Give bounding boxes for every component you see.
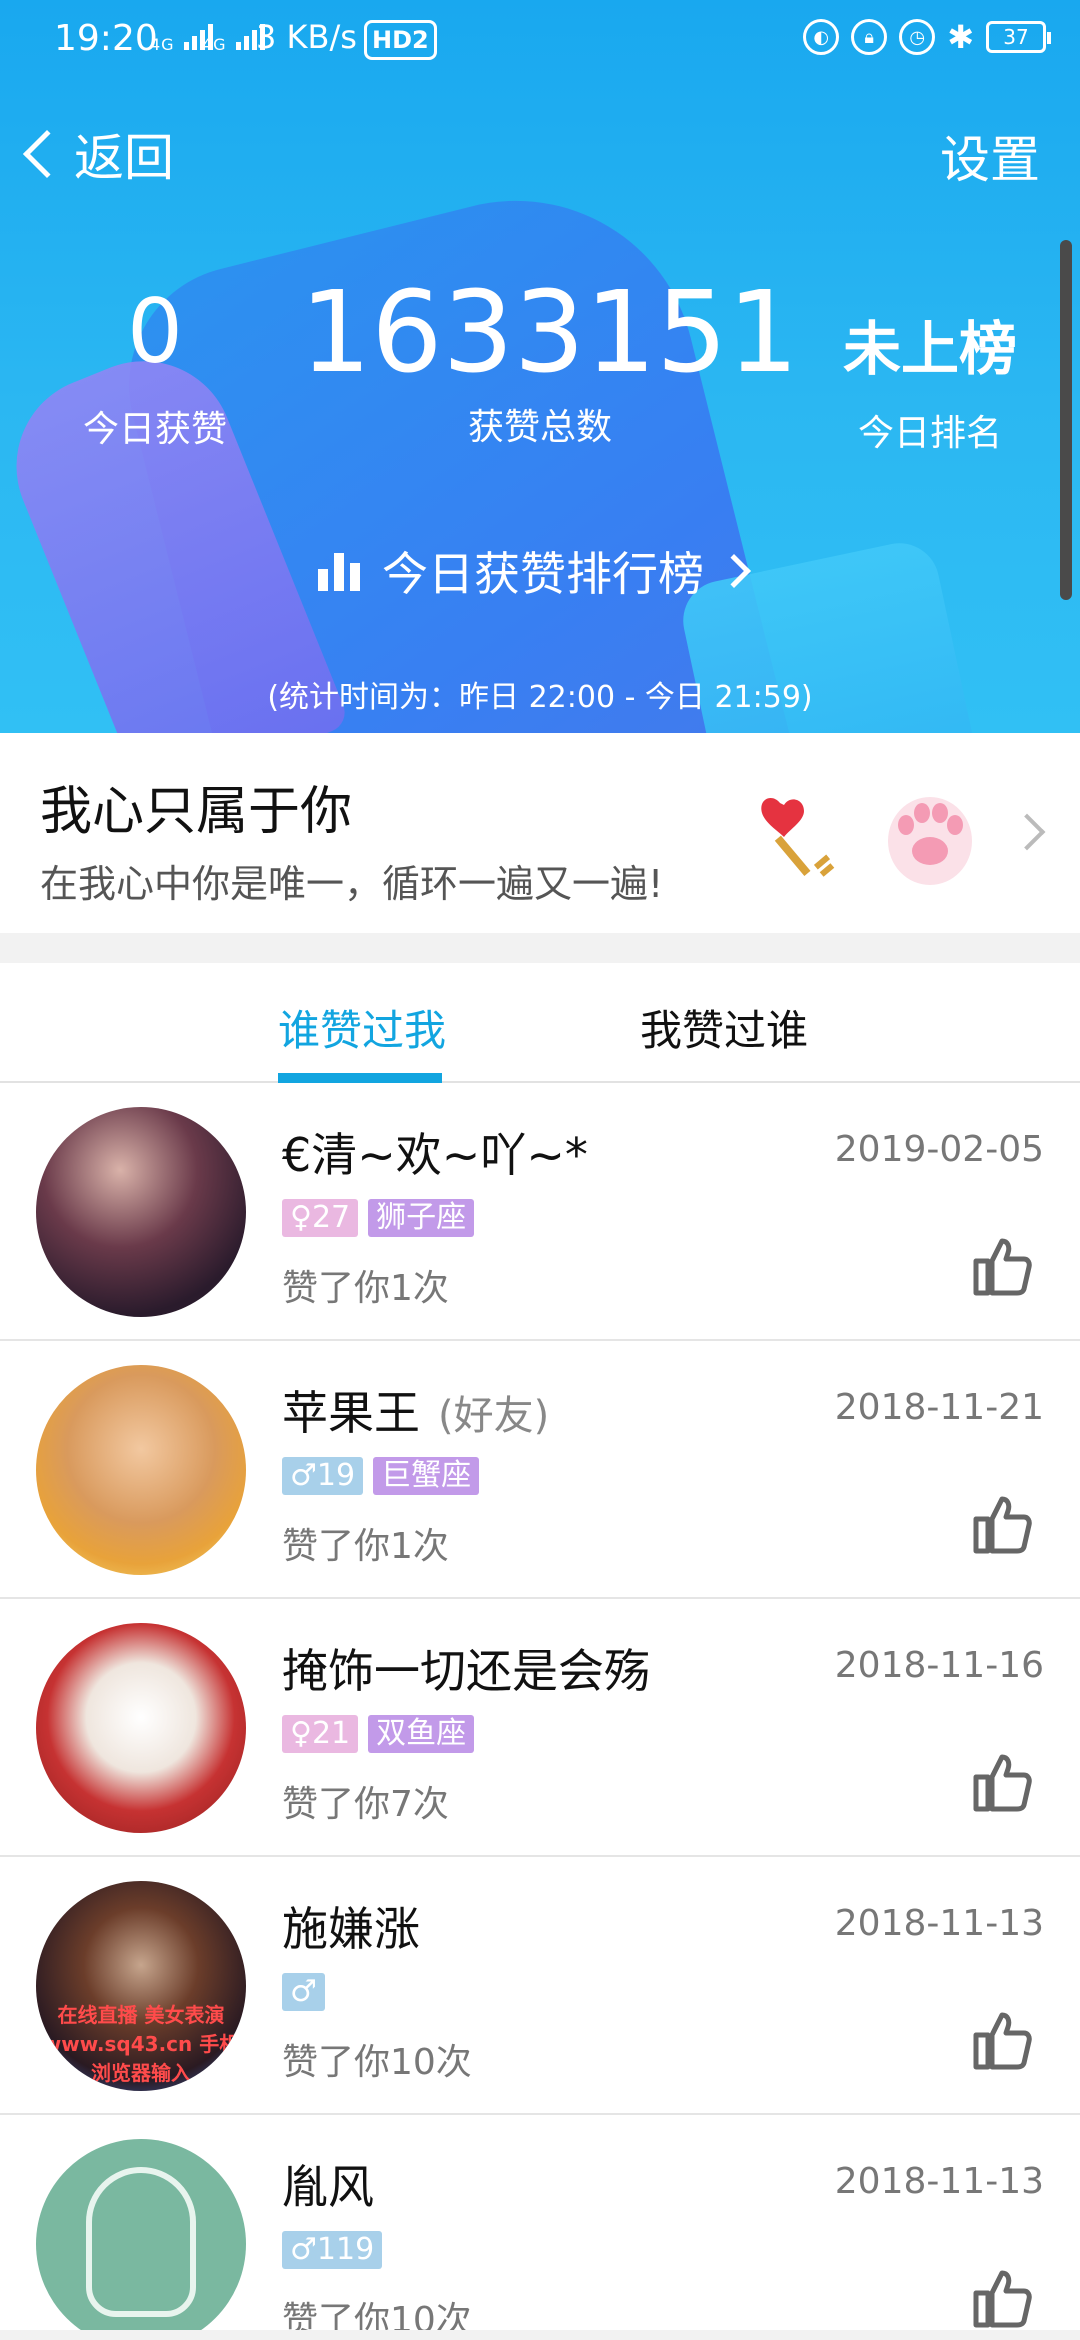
- bar-chart-icon: [318, 551, 360, 591]
- default-avatar-icon: [86, 2167, 196, 2317]
- user-name: 苹果王 (好友): [282, 1386, 550, 1440]
- cat-paw-icon: [888, 797, 972, 885]
- total-likes-label: 获赞总数: [467, 407, 612, 448]
- avatar[interactable]: [36, 1365, 246, 1575]
- user-badges: ♂19 巨蟹座: [282, 1457, 480, 1495]
- like-date: 2018-11-16: [834, 1645, 1044, 1686]
- like-date: 2018-11-21: [834, 1387, 1044, 1428]
- user-name: 掩饰一切还是会殇: [282, 1644, 650, 1698]
- thumbs-up-icon[interactable]: [970, 1493, 1032, 1555]
- status-icons: ◐ 🔒︎ ◷ ✱ 37: [803, 18, 1051, 56]
- thumbs-up-icon[interactable]: [970, 2267, 1032, 2329]
- user-badges: ♀21 双鱼座: [282, 1715, 475, 1753]
- avatar[interactable]: [36, 1623, 246, 1833]
- list-item[interactable]: 胤风 2018-11-13 ♂119 赞了你10次: [0, 2115, 1080, 2340]
- like-date: 2018-11-13: [834, 2161, 1044, 2202]
- banner-subtitle: 在我心中你是唯一，循环一遍又一遍!: [40, 862, 664, 906]
- user-name: 施嫌涨: [282, 1902, 420, 1956]
- status-bar: 19:20 4G 4G 3 KB/s HD2 ◐ 🔒︎ ◷ ✱ 37: [0, 0, 1080, 80]
- tab-underline: [278, 1073, 442, 1083]
- chevron-right-icon: [717, 554, 751, 588]
- list-item[interactable]: 在线直播 美女表演 www.sq43.cn 手机浏览器输入 施嫌涨 2018-1…: [0, 1857, 1080, 2115]
- user-name: 胤风: [282, 2160, 374, 2214]
- user-name: €清~欢~吖~*: [282, 1128, 588, 1182]
- eye-comfort-icon: ◐: [803, 19, 840, 55]
- back-button[interactable]: 返回: [16, 118, 174, 190]
- likes-ranking-label: 今日获赞排行榜: [382, 547, 704, 601]
- chevron-right-icon: [1008, 813, 1046, 851]
- gender-age-badge: ♂: [282, 1973, 325, 2011]
- total-likes-stat: 1633151 获赞总数: [300, 268, 799, 450]
- like-count: 赞了你1次: [282, 1526, 449, 1567]
- network-speed: 3 KB/s: [256, 18, 357, 56]
- gender-age-badge: ♀27: [282, 1199, 359, 1237]
- stat-time-note: (统计时间为：昨日 22:00 - 今日 21:59): [267, 680, 813, 715]
- friend-tag: (好友): [438, 1393, 550, 1439]
- list-item[interactable]: 掩饰一切还是会殇 2018-11-16 ♀21 双鱼座 赞了你7次: [0, 1599, 1080, 1857]
- total-likes-value: 1633151: [300, 268, 799, 398]
- thumbs-up-icon[interactable]: [970, 2009, 1032, 2071]
- like-count: 赞了你1次: [282, 1268, 449, 1309]
- list-item[interactable]: 苹果王 (好友) 2018-11-21 ♂19 巨蟹座 赞了你1次: [0, 1341, 1080, 1599]
- tab-bar: 谁赞过我 我赞过谁: [0, 963, 1080, 1083]
- chevron-left-icon: [22, 129, 72, 179]
- zodiac-badge: 狮子座: [368, 1199, 475, 1237]
- thumbs-up-icon[interactable]: [970, 1751, 1032, 1813]
- avatar[interactable]: [36, 1107, 246, 1317]
- likes-ranking-link[interactable]: 今日获赞排行榜: [318, 538, 751, 604]
- zodiac-badge: 巨蟹座: [373, 1457, 480, 1495]
- gender-age-badge: ♂119: [282, 2231, 383, 2269]
- heart-key-icon: [761, 798, 835, 877]
- list-item[interactable]: €清~欢~吖~* 2019-02-05 ♀27 狮子座 赞了你1次: [0, 1083, 1080, 1341]
- user-badges: ♂: [282, 1973, 325, 2011]
- hd-icon: HD2: [364, 20, 437, 60]
- bottom-edge: [0, 2330, 1080, 2340]
- today-rank-stat: 未上榜 今日排名: [820, 312, 1040, 456]
- avatar[interactable]: 在线直播 美女表演 www.sq43.cn 手机浏览器输入: [36, 1881, 246, 2091]
- today-rank-value: 未上榜: [842, 315, 1017, 383]
- like-date: 2019-02-05: [834, 1129, 1044, 1170]
- like-count: 赞了你10次: [282, 2042, 472, 2083]
- tab-who-liked-me[interactable]: 谁赞过我: [278, 997, 446, 1058]
- back-label: 返回: [74, 129, 174, 187]
- today-likes-value: 0: [127, 280, 183, 383]
- today-likes-stat: 0 今日获赞: [60, 282, 250, 452]
- avatar[interactable]: [36, 2139, 246, 2340]
- alarm-icon: ◷: [899, 19, 936, 55]
- banner-title: 我心只属于你: [40, 782, 353, 842]
- like-count: 赞了你7次: [282, 1784, 449, 1825]
- tab-who-i-liked[interactable]: 我赞过谁: [640, 997, 808, 1058]
- theme-banner[interactable]: 我心只属于你 在我心中你是唯一，循环一遍又一遍!: [0, 733, 1080, 933]
- battery-icon: 37: [986, 21, 1051, 53]
- thumbs-up-icon[interactable]: [970, 1235, 1032, 1297]
- gender-age-badge: ♂19: [282, 1457, 364, 1495]
- bluetooth-icon: ✱: [947, 18, 974, 56]
- zodiac-badge: 双鱼座: [368, 1715, 475, 1753]
- avatar-watermark-text: 在线直播 美女表演 www.sq43.cn 手机浏览器输入: [42, 2003, 240, 2085]
- today-rank-label: 今日排名: [857, 413, 1002, 454]
- likers-list: €清~欢~吖~* 2019-02-05 ♀27 狮子座 赞了你1次 苹果王 (好友…: [0, 1083, 1080, 2340]
- gender-age-badge: ♀21: [282, 1715, 359, 1753]
- today-likes-label: 今日获赞: [82, 409, 227, 450]
- status-time: 19:20: [54, 18, 158, 59]
- scrollbar[interactable]: [1060, 240, 1072, 600]
- user-badges: ♂119: [282, 2231, 383, 2269]
- user-badges: ♀27 狮子座: [282, 1199, 475, 1237]
- settings-button[interactable]: 设置: [940, 120, 1040, 192]
- header: 19:20 4G 4G 3 KB/s HD2 ◐ 🔒︎ ◷ ✱ 37 返回 设置…: [0, 0, 1080, 733]
- lock-rotation-icon: 🔒︎: [851, 19, 888, 55]
- like-date: 2018-11-13: [834, 1903, 1044, 1944]
